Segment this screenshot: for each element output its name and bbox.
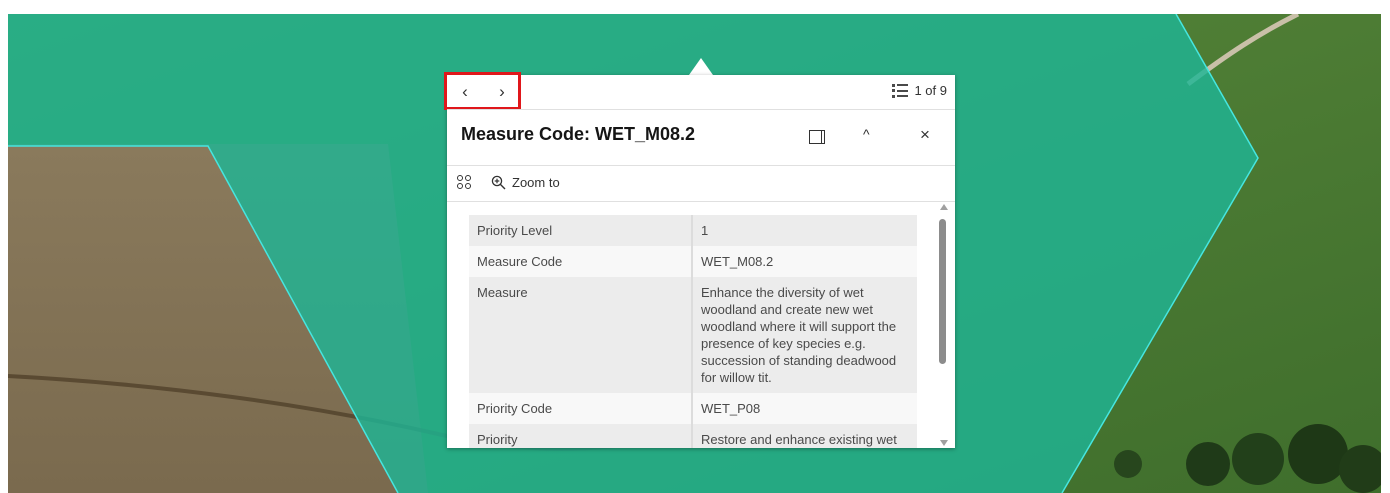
chevron-right-icon: ›	[499, 82, 505, 101]
dock-button[interactable]	[809, 130, 825, 144]
feature-list-button[interactable]: 1 of 9	[892, 83, 947, 98]
table-row: Measure Enhance the diversity of wet woo…	[469, 277, 917, 393]
field-value: 1	[692, 215, 917, 246]
table-row: Priority Restore and enhance existing we…	[469, 424, 917, 448]
scroll-down-arrow-icon[interactable]	[940, 440, 948, 446]
zoom-in-icon	[491, 175, 506, 190]
field-name: Priority Code	[469, 393, 693, 424]
table-row: Priority Level 1	[469, 215, 917, 246]
close-button[interactable]: ×	[920, 125, 930, 145]
field-name: Priority	[469, 424, 693, 448]
feature-count: 1 of 9	[914, 83, 947, 98]
action-bar: Zoom to	[447, 166, 955, 202]
list-icon	[892, 83, 909, 98]
next-feature-button[interactable]: ›	[491, 81, 513, 103]
field-value: WET_P08	[692, 393, 917, 424]
table-row: Measure Code WET_M08.2	[469, 246, 917, 277]
field-name: Measure Code	[469, 246, 693, 277]
circle-icon	[465, 183, 471, 189]
scrollbar-thumb[interactable]	[939, 219, 946, 364]
popup-title: Measure Code: WET_M08.2	[461, 124, 696, 144]
field-value: Restore and enhance existing wet	[692, 424, 917, 448]
circle-icon	[457, 175, 463, 181]
chevron-left-icon: ‹	[462, 82, 468, 101]
zoom-to-label: Zoom to	[512, 175, 560, 190]
table-row: Priority Code WET_P08	[469, 393, 917, 424]
field-name: Priority Level	[469, 215, 693, 246]
popup-pointer	[689, 58, 713, 75]
field-name: Measure	[469, 277, 693, 393]
previous-feature-button[interactable]: ‹	[454, 81, 476, 103]
scroll-up-arrow-icon[interactable]	[940, 204, 948, 210]
popup-title-row: Measure Code: WET_M08.2 ^ ×	[447, 109, 955, 166]
scrollbar[interactable]	[937, 202, 951, 448]
zoom-to-button[interactable]: Zoom to	[491, 175, 560, 190]
close-icon: ×	[920, 125, 930, 144]
attribute-table[interactable]: Priority Level 1 Measure Code WET_M08.2 …	[469, 215, 917, 448]
chevron-up-icon: ^	[863, 126, 870, 142]
field-value: Enhance the diversity of wet woodland an…	[692, 277, 917, 393]
more-actions-button[interactable]	[457, 175, 475, 193]
circle-icon	[465, 175, 471, 181]
collapse-button[interactable]: ^	[863, 126, 870, 142]
field-value: WET_M08.2	[692, 246, 917, 277]
feature-popup: ‹ › 1 of 9 Measure Code: WET_M08.2 ^ × Z…	[444, 72, 955, 448]
popup-header: ‹ › 1 of 9	[444, 72, 955, 110]
circle-icon	[457, 183, 463, 189]
